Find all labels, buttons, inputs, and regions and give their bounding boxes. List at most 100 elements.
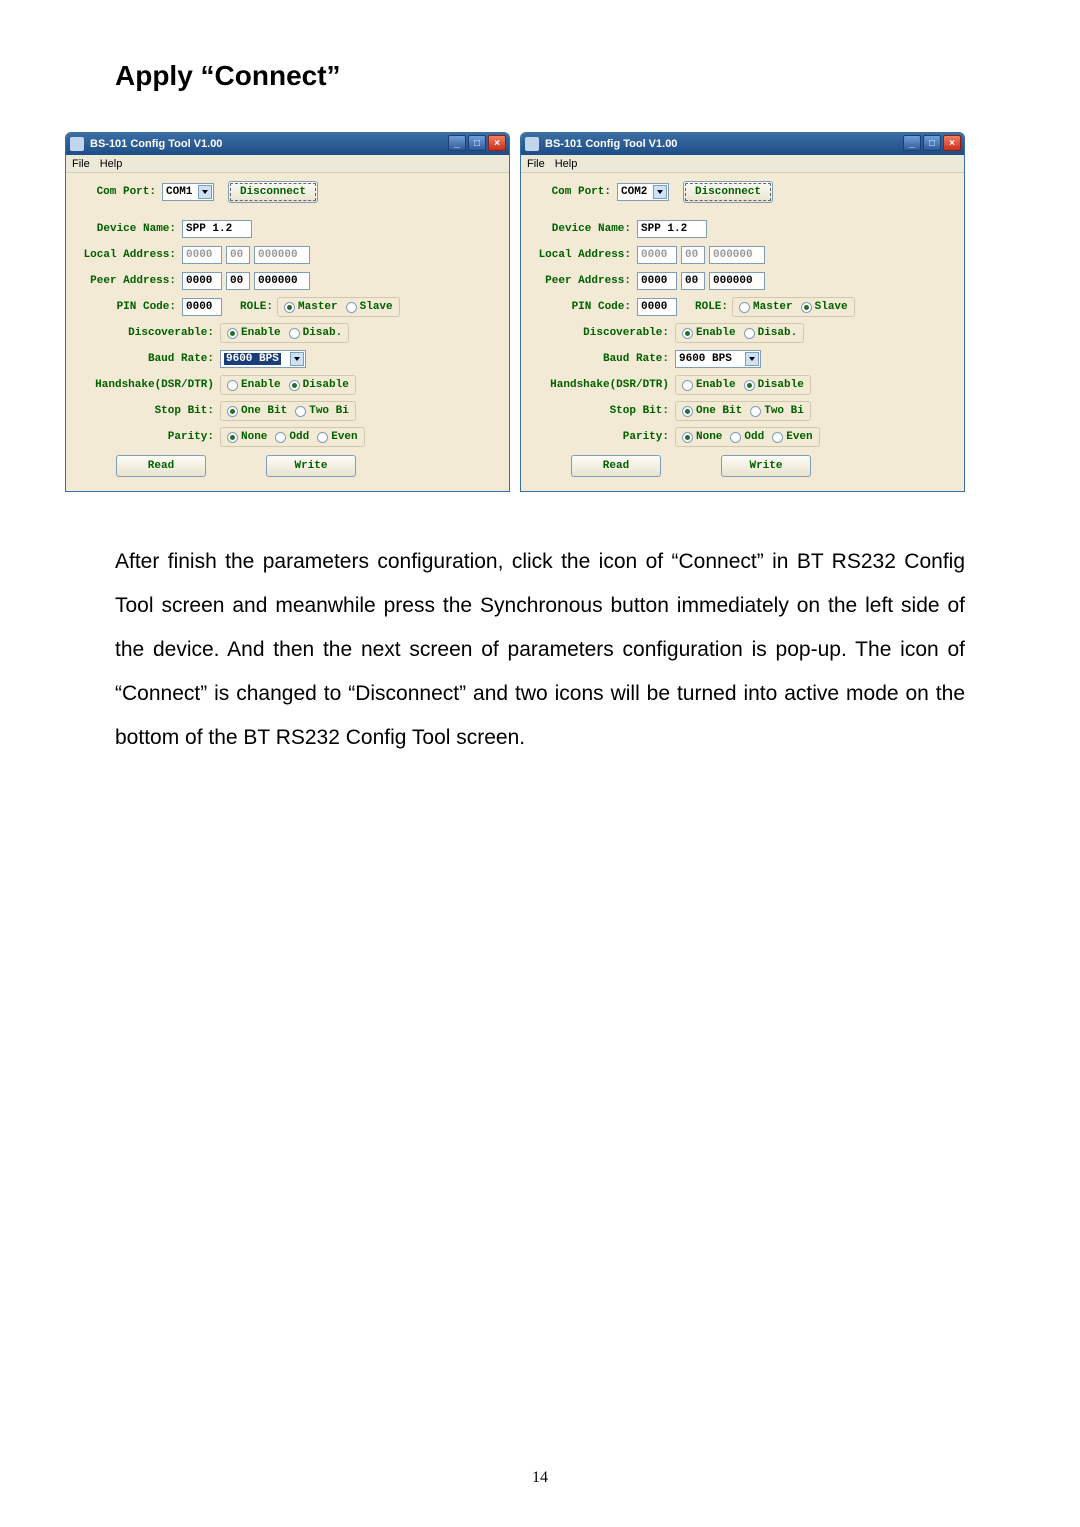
com-port-select[interactable]: COM1 xyxy=(162,183,214,201)
disc-enable-radio[interactable]: Enable xyxy=(682,327,736,339)
par-none-radio[interactable]: None xyxy=(227,431,267,443)
hs-enable-radio[interactable]: Enable xyxy=(682,379,736,391)
window-title: BS-101 Config Tool V1.00 xyxy=(545,138,677,150)
section-title: Apply “Connect” xyxy=(115,60,965,92)
local-addr-2: 00 xyxy=(681,246,705,264)
local-addr-2: 00 xyxy=(226,246,250,264)
label-baud-rate: Baud Rate: xyxy=(531,353,669,365)
titlebar-right: BS-101 Config Tool V1.00 _ □ × xyxy=(521,133,964,155)
baud-rate-select[interactable]: 9600 BPS xyxy=(675,350,761,368)
label-handshake: Handshake(DSR/DTR) xyxy=(76,379,214,391)
sb-one-radio[interactable]: One Bit xyxy=(227,405,287,417)
window-controls: _ □ × xyxy=(448,135,506,151)
disconnect-button[interactable]: Disconnect xyxy=(228,181,318,203)
config-window-left: BS-101 Config Tool V1.00 _ □ × File Help… xyxy=(65,132,510,492)
role-group: Master Slave xyxy=(277,297,400,317)
handshake-group: Enable Disable xyxy=(220,375,356,395)
peer-addr-1[interactable]: 0000 xyxy=(182,272,222,290)
close-icon[interactable]: × xyxy=(943,135,961,151)
pin-code-field[interactable]: 0000 xyxy=(637,298,677,316)
label-handshake: Handshake(DSR/DTR) xyxy=(531,379,669,391)
peer-addr-3[interactable]: 000000 xyxy=(709,272,765,290)
role-slave-radio[interactable]: Slave xyxy=(801,301,848,313)
discoverable-group: Enable Disab. xyxy=(220,323,349,343)
menu-file[interactable]: File xyxy=(527,158,545,170)
disc-disable-radio[interactable]: Disab. xyxy=(744,327,798,339)
peer-addr-3[interactable]: 000000 xyxy=(254,272,310,290)
label-pin-code: PIN Code: xyxy=(531,301,631,313)
chevron-down-icon xyxy=(198,185,212,199)
label-parity: Parity: xyxy=(531,431,669,443)
role-group: Master Slave xyxy=(732,297,855,317)
maximize-icon[interactable]: □ xyxy=(923,135,941,151)
app-icon xyxy=(70,137,84,151)
read-button[interactable]: Read xyxy=(571,455,661,477)
peer-addr-1[interactable]: 0000 xyxy=(637,272,677,290)
maximize-icon[interactable]: □ xyxy=(468,135,486,151)
minimize-icon[interactable]: _ xyxy=(448,135,466,151)
label-stop-bit: Stop Bit: xyxy=(76,405,214,417)
label-role: ROLE: xyxy=(695,301,728,313)
parity-group: None Odd Even xyxy=(675,427,820,447)
sb-two-radio[interactable]: Two Bi xyxy=(750,405,804,417)
pin-code-field[interactable]: 0000 xyxy=(182,298,222,316)
stop-bit-group: One Bit Two Bi xyxy=(220,401,356,421)
disc-enable-radio[interactable]: Enable xyxy=(227,327,281,339)
par-even-radio[interactable]: Even xyxy=(772,431,812,443)
com-port-select[interactable]: COM2 xyxy=(617,183,669,201)
menu-help[interactable]: Help xyxy=(100,158,123,170)
close-icon[interactable]: × xyxy=(488,135,506,151)
par-even-radio[interactable]: Even xyxy=(317,431,357,443)
sb-two-radio[interactable]: Two Bi xyxy=(295,405,349,417)
hs-enable-radio[interactable]: Enable xyxy=(227,379,281,391)
label-stop-bit: Stop Bit: xyxy=(531,405,669,417)
disconnect-button[interactable]: Disconnect xyxy=(683,181,773,203)
config-window-right: BS-101 Config Tool V1.00 _ □ × File Help… xyxy=(520,132,965,492)
body-paragraph: After finish the parameters configuratio… xyxy=(115,540,965,760)
role-master-radio[interactable]: Master xyxy=(284,301,338,313)
device-name-field[interactable]: SPP 1.2 xyxy=(182,220,252,238)
label-peer-address: Peer Address: xyxy=(531,275,631,287)
label-local-address: Local Address: xyxy=(76,249,176,261)
role-slave-radio[interactable]: Slave xyxy=(346,301,393,313)
label-com-port: Com Port: xyxy=(76,186,156,198)
handshake-group: Enable Disable xyxy=(675,375,811,395)
label-pin-code: PIN Code: xyxy=(76,301,176,313)
sb-one-radio[interactable]: One Bit xyxy=(682,405,742,417)
window-controls: _ □ × xyxy=(903,135,961,151)
label-peer-address: Peer Address: xyxy=(76,275,176,287)
app-icon xyxy=(525,137,539,151)
peer-addr-2[interactable]: 00 xyxy=(681,272,705,290)
stop-bit-group: One Bit Two Bi xyxy=(675,401,811,421)
local-addr-1: 0000 xyxy=(182,246,222,264)
screenshots-row: BS-101 Config Tool V1.00 _ □ × File Help… xyxy=(65,132,965,492)
label-com-port: Com Port: xyxy=(531,186,611,198)
label-device-name: Device Name: xyxy=(531,223,631,235)
par-odd-radio[interactable]: Odd xyxy=(730,431,764,443)
window-title: BS-101 Config Tool V1.00 xyxy=(90,138,222,150)
write-button[interactable]: Write xyxy=(721,455,811,477)
device-name-field[interactable]: SPP 1.2 xyxy=(637,220,707,238)
write-button[interactable]: Write xyxy=(266,455,356,477)
peer-addr-2[interactable]: 00 xyxy=(226,272,250,290)
label-baud-rate: Baud Rate: xyxy=(76,353,214,365)
label-role: ROLE: xyxy=(240,301,273,313)
hs-disable-radio[interactable]: Disable xyxy=(289,379,349,391)
read-button[interactable]: Read xyxy=(116,455,206,477)
titlebar-left: BS-101 Config Tool V1.00 _ □ × xyxy=(66,133,509,155)
label-discoverable: Discoverable: xyxy=(531,327,669,339)
page-number: 14 xyxy=(0,1469,1080,1487)
chevron-down-icon xyxy=(290,352,304,366)
par-none-radio[interactable]: None xyxy=(682,431,722,443)
hs-disable-radio[interactable]: Disable xyxy=(744,379,804,391)
disc-disable-radio[interactable]: Disab. xyxy=(289,327,343,339)
chevron-down-icon xyxy=(653,185,667,199)
role-master-radio[interactable]: Master xyxy=(739,301,793,313)
par-odd-radio[interactable]: Odd xyxy=(275,431,309,443)
menu-file[interactable]: File xyxy=(72,158,90,170)
menu-help[interactable]: Help xyxy=(555,158,578,170)
minimize-icon[interactable]: _ xyxy=(903,135,921,151)
chevron-down-icon xyxy=(745,352,759,366)
local-addr-1: 0000 xyxy=(637,246,677,264)
baud-rate-select[interactable]: 9600 BPS xyxy=(220,350,306,368)
